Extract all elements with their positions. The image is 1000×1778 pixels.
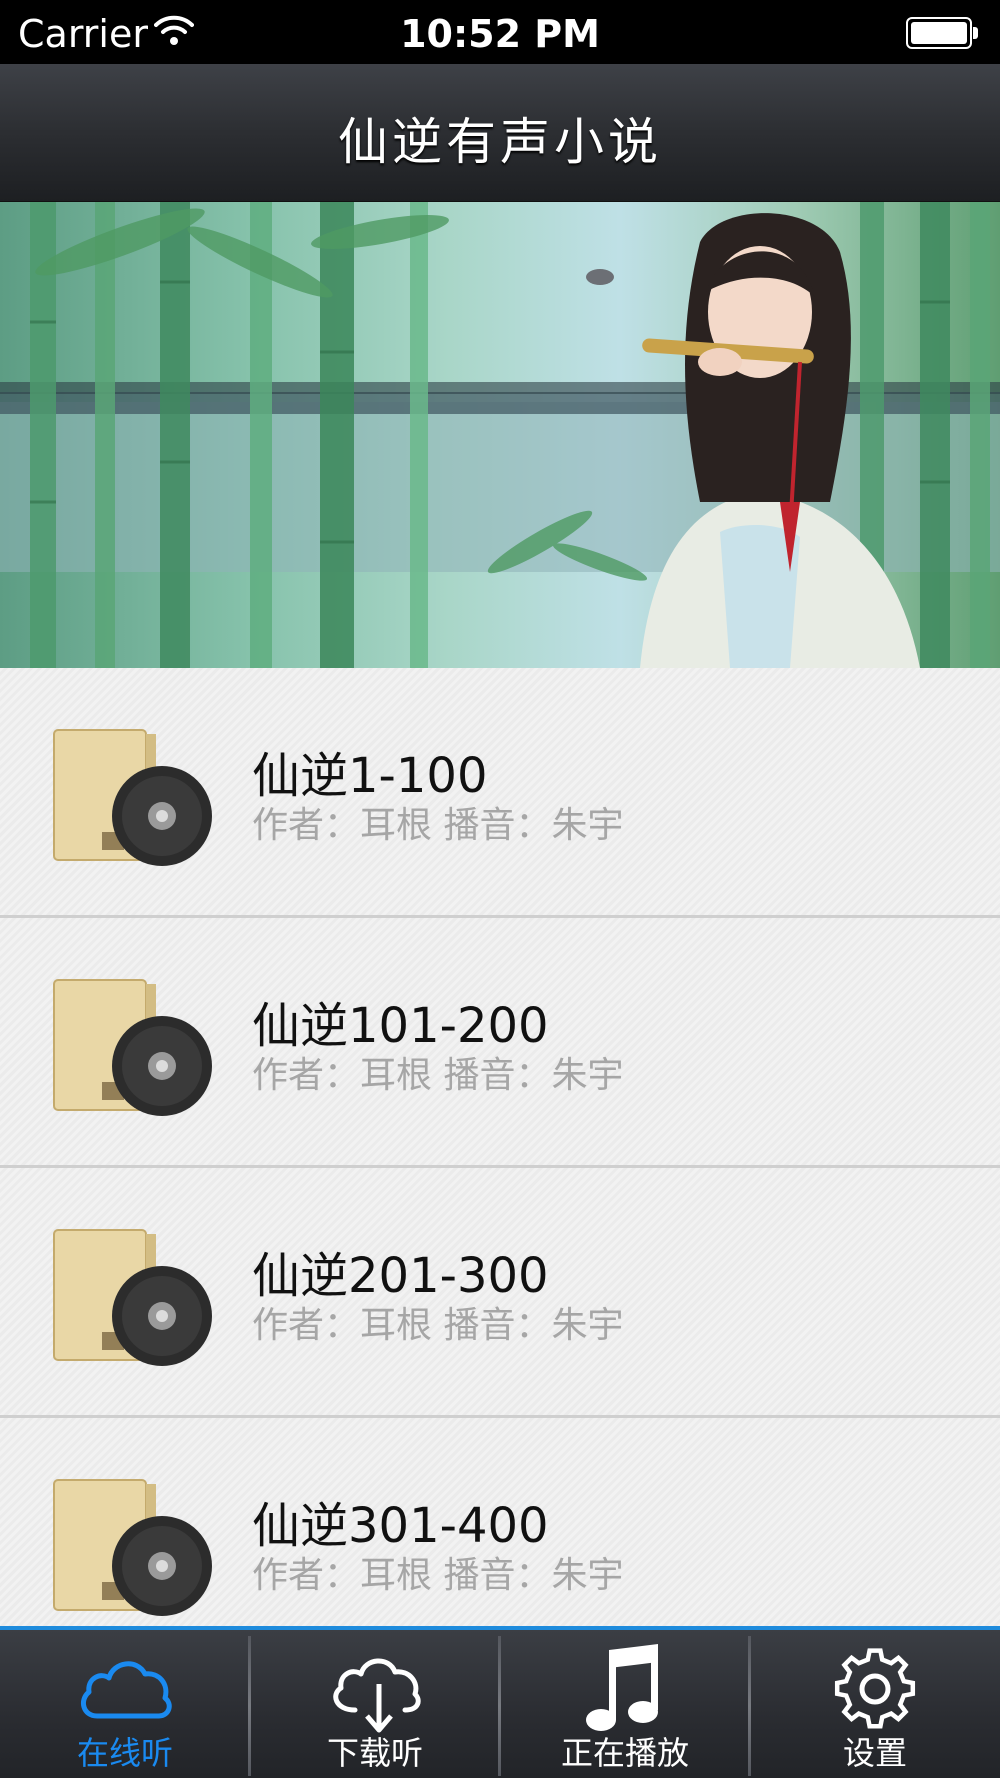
book-meta: 作者：耳根 播音：朱宇 xyxy=(252,1305,624,1346)
audiobook-icon xyxy=(53,729,212,866)
book-meta: 作者：耳根 播音：朱宇 xyxy=(252,1055,624,1096)
cloud-download-icon xyxy=(333,1658,421,1733)
book-meta: 作者：耳根 播音：朱宇 xyxy=(252,805,624,846)
status-bar: Carrier 10:52 PM xyxy=(0,0,1000,64)
tab-download-listen[interactable]: 下载听 xyxy=(250,1630,500,1778)
page-title: 仙逆有声小说 xyxy=(338,113,662,171)
tab-now-playing[interactable]: 正在播放 xyxy=(500,1630,750,1778)
list-item[interactable]: 仙逆201-300 作者：耳根 播音：朱宇 xyxy=(0,1168,1000,1418)
cloud-icon xyxy=(80,1661,172,1719)
status-time: 10:52 PM xyxy=(400,12,600,56)
list-item[interactable]: 仙逆101-200 作者：耳根 播音：朱宇 xyxy=(0,918,1000,1168)
book-list: 仙逆1-100 作者：耳根 播音：朱宇 仙逆101-200 作者：耳根 播音：朱… xyxy=(0,668,1000,1626)
gear-icon xyxy=(834,1648,916,1729)
audiobook-icon xyxy=(53,979,212,1116)
tab-label: 正在播放 xyxy=(560,1734,689,1772)
banner-image xyxy=(0,202,1000,668)
banner-illustration xyxy=(0,202,1000,668)
app-screen: Carrier 10:52 PM 仙逆有声小说 仙逆1-100 作者：耳根 播音… xyxy=(0,0,1000,1778)
tab-label: 下载听 xyxy=(326,1734,423,1772)
tab-bar: 在线听 下载听 正在播放 设置 xyxy=(0,1626,1000,1778)
list-item[interactable]: 仙逆1-100 作者：耳根 播音：朱宇 xyxy=(0,668,1000,918)
battery-icon xyxy=(906,17,978,49)
tab-online-listen[interactable]: 在线听 xyxy=(0,1630,250,1778)
music-note-icon xyxy=(586,1644,658,1731)
list-item[interactable]: 仙逆301-400 作者：耳根 播音：朱宇 xyxy=(0,1418,1000,1626)
tab-settings[interactable]: 设置 xyxy=(750,1630,1000,1778)
navigation-bar: 仙逆有声小说 xyxy=(0,64,1000,202)
book-meta: 作者：耳根 播音：朱宇 xyxy=(252,1555,624,1596)
audiobook-icon xyxy=(53,1479,212,1616)
tab-label: 设置 xyxy=(842,1734,907,1772)
audiobook-icon xyxy=(53,1229,212,1366)
tab-label: 在线听 xyxy=(76,1734,173,1772)
